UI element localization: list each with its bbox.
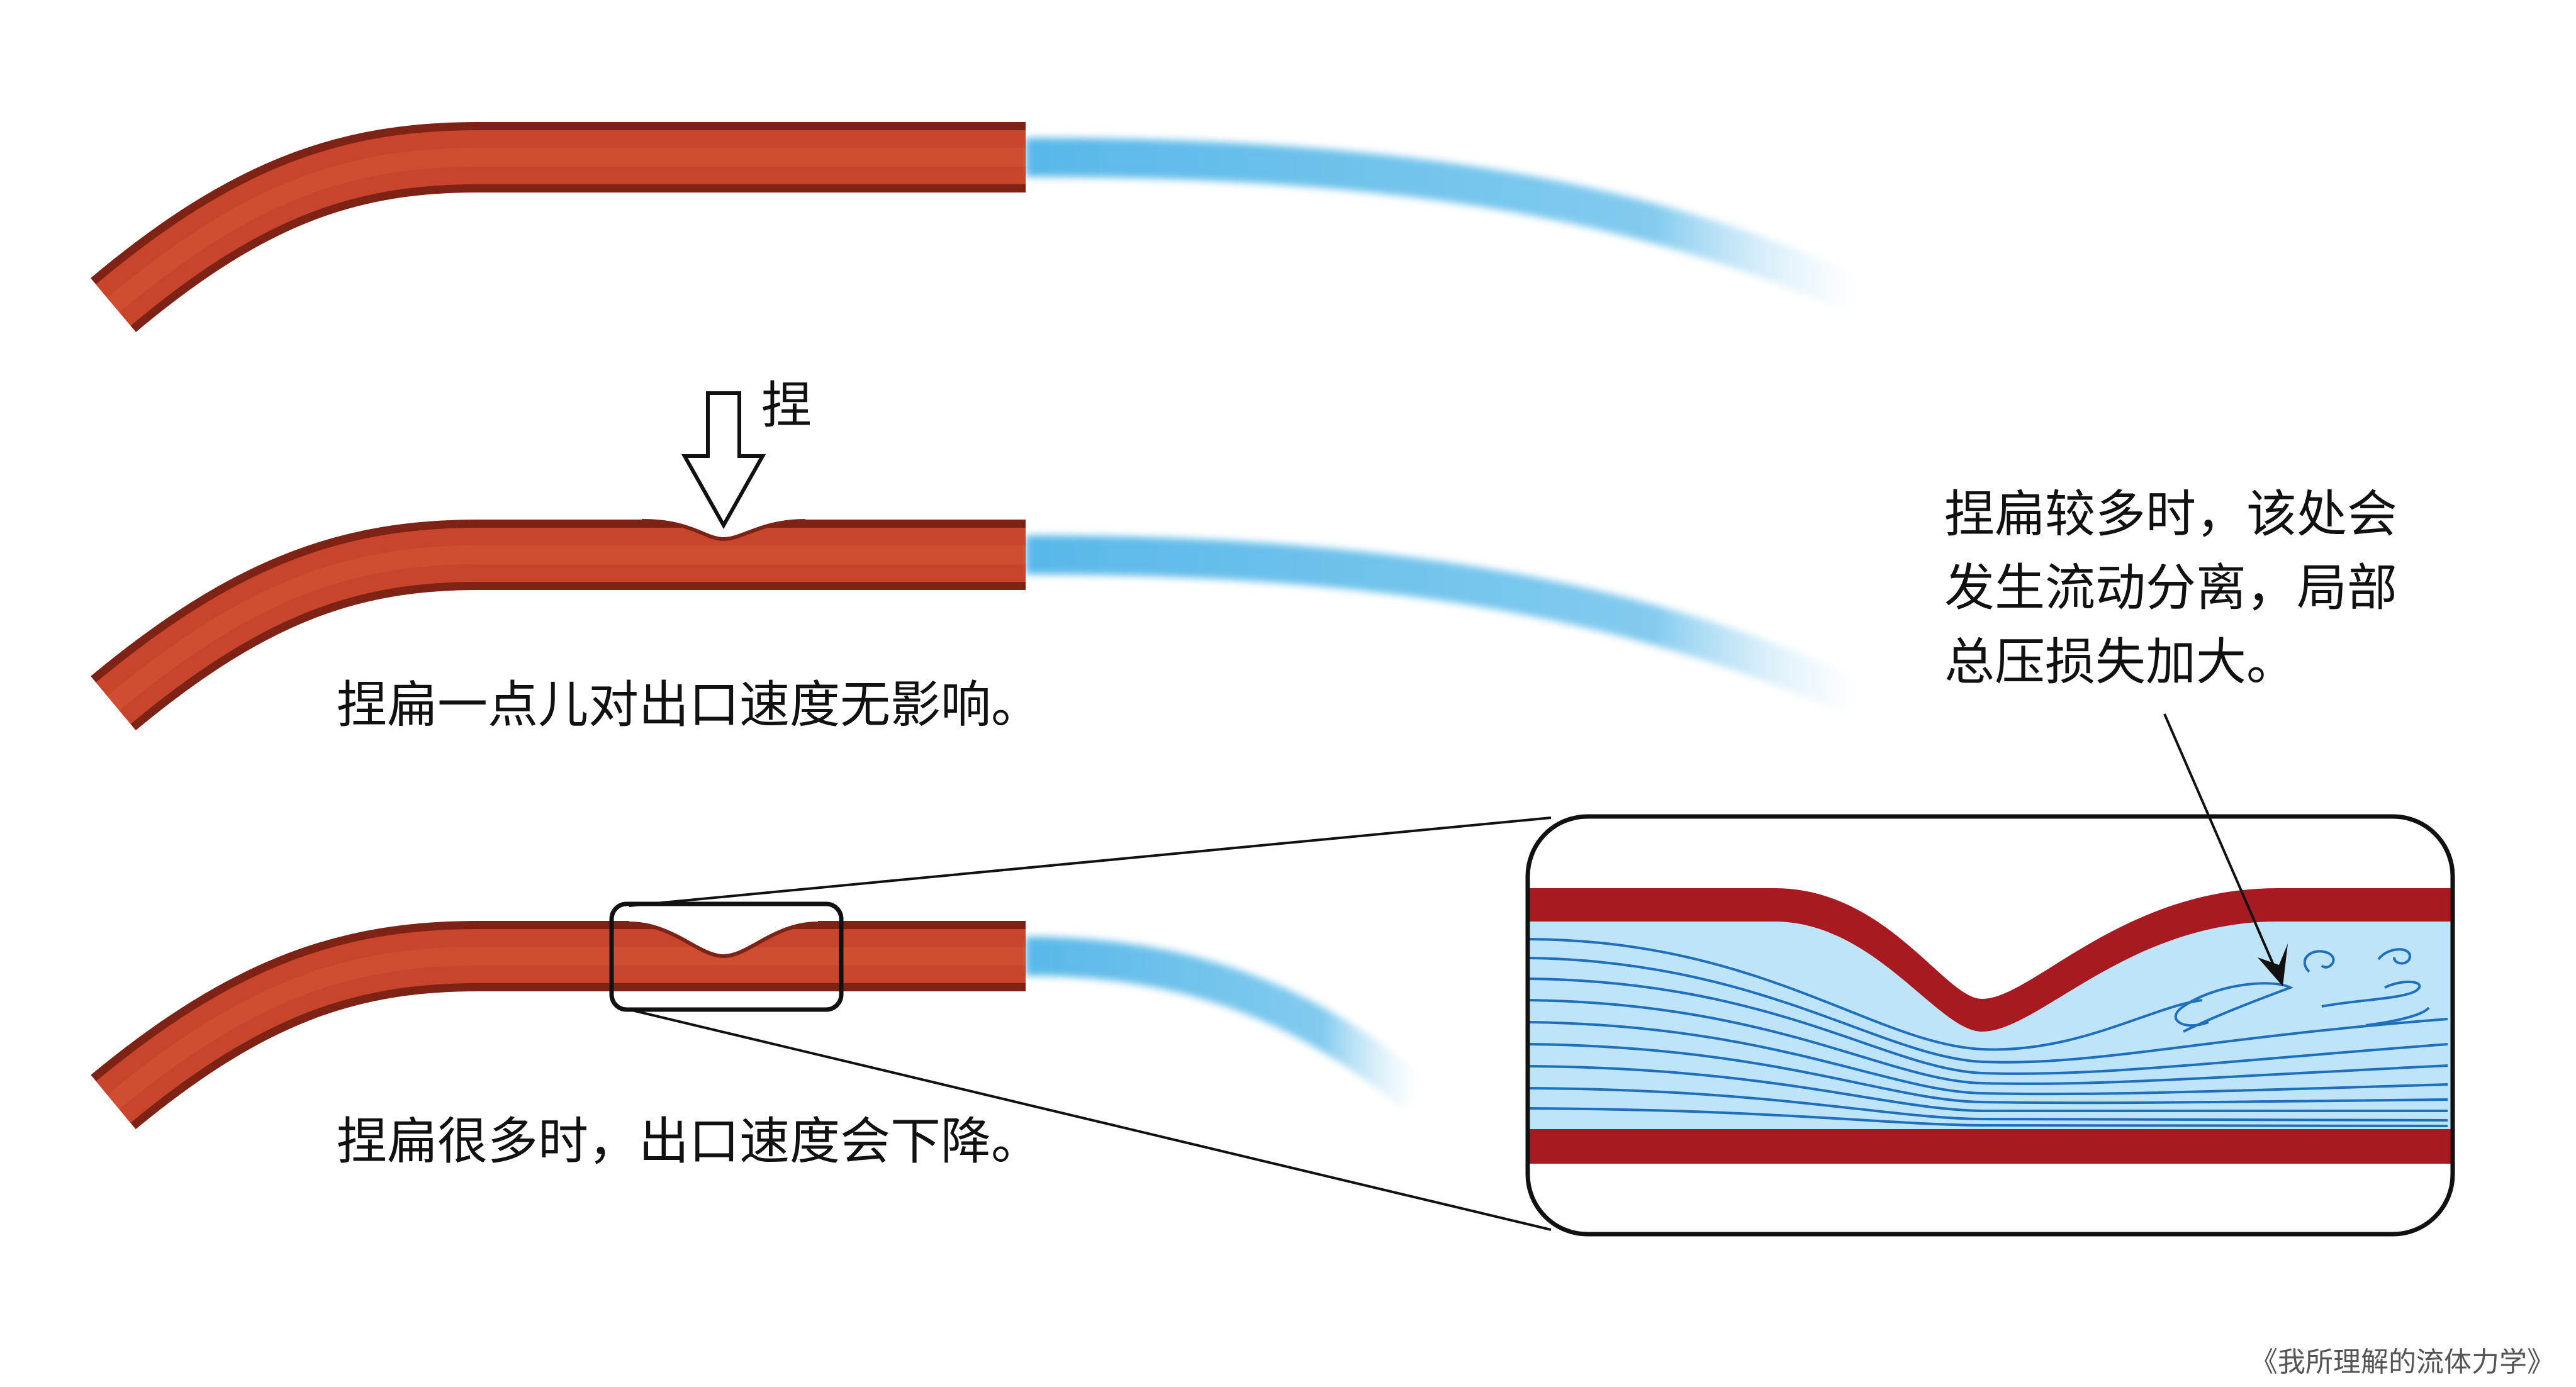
water-jet-2 xyxy=(1025,535,1864,716)
pipe-squeeze-diagram: 捏 捏扁一点儿对出口速度无影响。 捏扁很多时，出口速度会下降。 捏扁较多时，该处… xyxy=(90,122,2555,1378)
detail-note-line-2: 发生流动分离，局部 xyxy=(1944,559,2397,617)
water-jet-3 xyxy=(1025,937,1428,1110)
source-credit: 《我所理解的流体力学》 xyxy=(2250,1346,2555,1378)
pipe-1-group xyxy=(90,122,1864,332)
squeeze-arrow-label: 捏 xyxy=(761,376,812,435)
detail-note-line-1: 捏扁较多时，该处会 xyxy=(1944,485,2397,543)
pipe-2-group xyxy=(91,510,1864,731)
detail-inset xyxy=(1525,814,2455,1237)
detail-note: 捏扁较多时，该处会 发生流动分离，局部 总压损失加大。 xyxy=(1944,485,2397,691)
water-jet-1 xyxy=(1025,138,1864,314)
slight-squeeze-caption: 捏扁一点儿对出口速度无影响。 xyxy=(337,676,1041,734)
down-arrow-outline-icon xyxy=(681,391,766,530)
heavy-squeeze-caption: 捏扁很多时，出口速度会下降。 xyxy=(337,1112,1041,1171)
pipe-3-group xyxy=(91,901,1428,1130)
zoom-line-top xyxy=(629,816,1552,907)
detail-note-line-3: 总压损失加大。 xyxy=(1944,633,2297,691)
squeeze-arrow: 捏 xyxy=(681,376,812,530)
detail-bottom-wall xyxy=(1528,1129,2453,1164)
